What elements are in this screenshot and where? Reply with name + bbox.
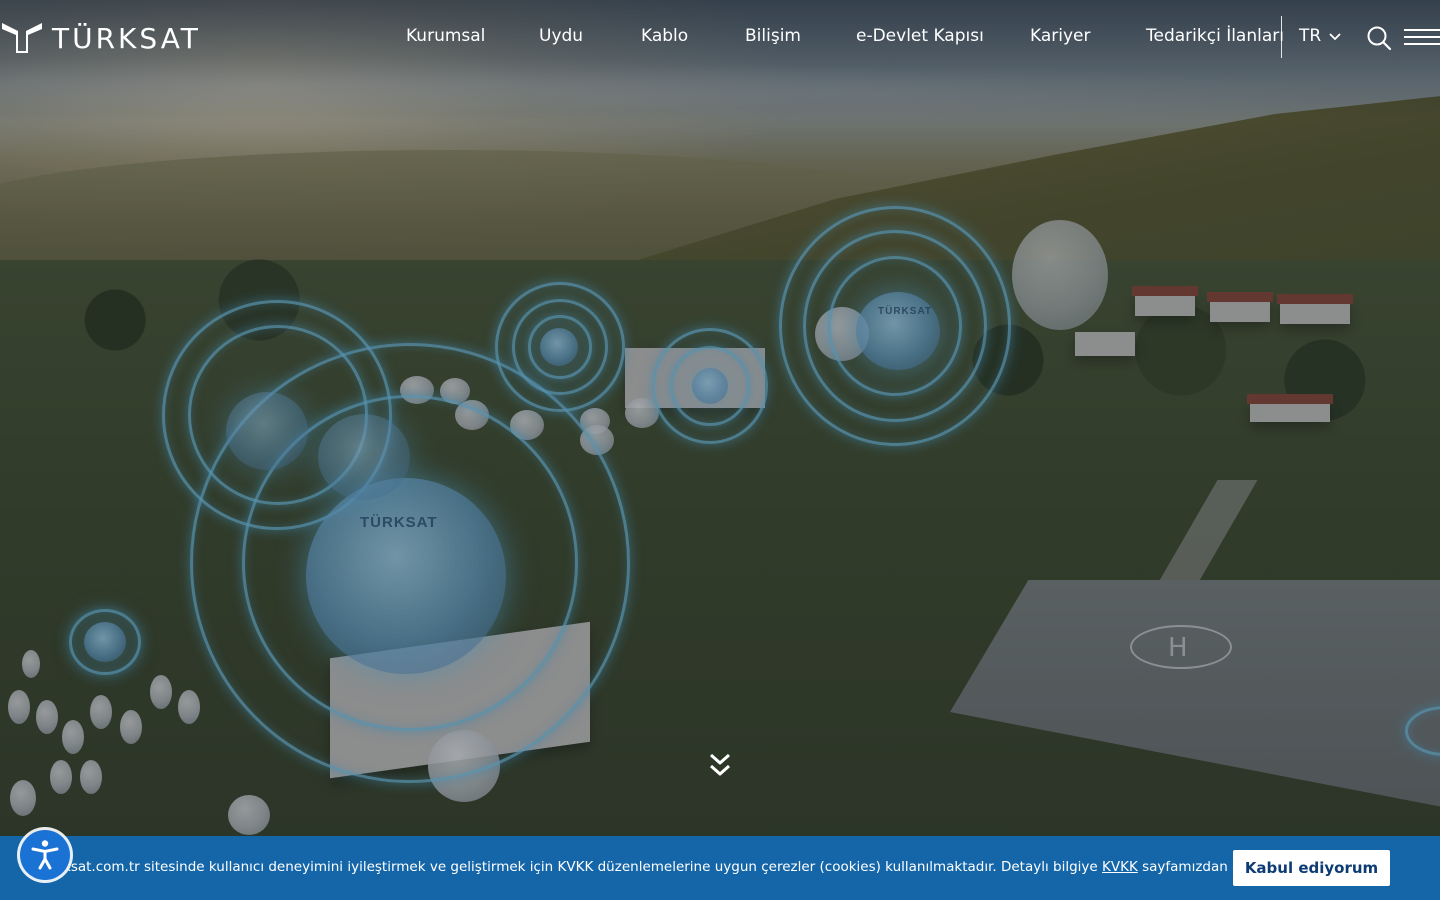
nav-item-uydu[interactable]: Uydu bbox=[539, 26, 583, 46]
nav-item-tedarikci-ilanlari[interactable]: Tedarikçi İlanları bbox=[1146, 26, 1284, 46]
nav-item-kariyer[interactable]: Kariyer bbox=[1030, 26, 1091, 46]
turksat-logo[interactable]: TÜRKSAT bbox=[2, 20, 201, 56]
accessibility-icon[interactable] bbox=[20, 830, 70, 880]
search-icon[interactable] bbox=[1366, 25, 1392, 51]
cookie-text-start: ksat.com.tr sitesinde kullanıcı deneyimi… bbox=[63, 859, 1103, 875]
cookie-message: ksat.com.tr sitesinde kullanıcı deneyimi… bbox=[63, 859, 1325, 875]
nav-item-kablo[interactable]: Kablo bbox=[641, 26, 688, 46]
turksat-wordmark: TÜRKSAT bbox=[52, 21, 201, 55]
cookie-consent-bar: ksat.com.tr sitesinde kullanıcı deneyimi… bbox=[0, 836, 1440, 900]
nav-divider bbox=[1281, 16, 1282, 58]
turksat-logo-icon bbox=[2, 21, 44, 55]
accept-cookies-button[interactable]: Kabul ediyorum bbox=[1233, 850, 1390, 886]
language-label: TR bbox=[1299, 26, 1322, 46]
double-chevron-down-icon[interactable] bbox=[708, 752, 732, 780]
kvkk-link[interactable]: KVKK bbox=[1102, 859, 1138, 875]
site-header: TÜRKSAT Kurumsal Uydu Kablo Bilişim e-De… bbox=[0, 0, 1440, 76]
hamburger-menu-icon[interactable] bbox=[1404, 29, 1440, 45]
nav-item-kurumsal[interactable]: Kurumsal bbox=[406, 26, 485, 46]
nav-item-bilisim[interactable]: Bilişim bbox=[745, 26, 801, 46]
chevron-down-icon bbox=[1329, 26, 1341, 46]
language-selector[interactable]: TR bbox=[1299, 26, 1341, 46]
nav-item-e-devlet[interactable]: e-Devlet Kapısı bbox=[856, 26, 984, 46]
